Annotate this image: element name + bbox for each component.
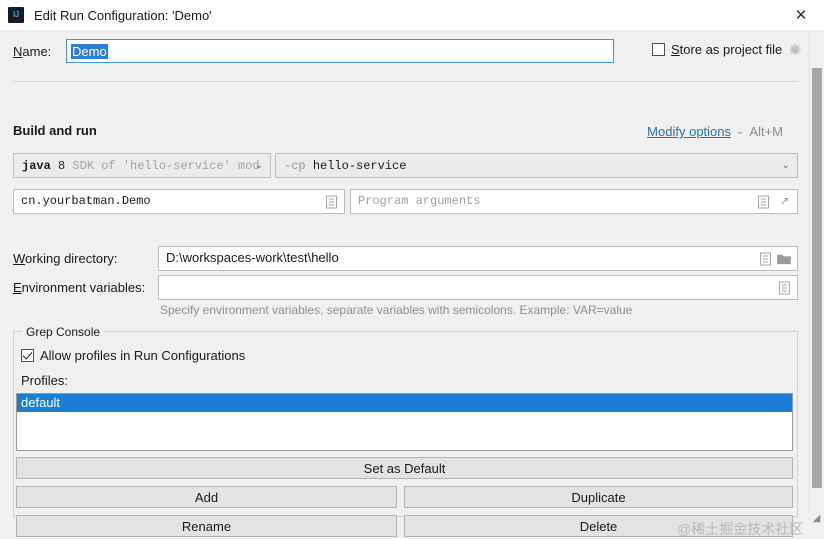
environment-variables-label: Environment variables: [13, 280, 145, 295]
document-icon[interactable] [326, 195, 337, 208]
document-icon[interactable] [779, 281, 790, 294]
main-class-input[interactable]: cn.yourbatman.Demo [13, 189, 345, 214]
set-as-default-button[interactable]: Set as Default [16, 457, 793, 479]
document-icon[interactable] [760, 252, 771, 265]
document-icon[interactable] [758, 195, 769, 208]
add-button[interactable]: Add [16, 486, 397, 508]
allow-profiles-row[interactable]: Allow profiles in Run Configurations [21, 348, 245, 363]
profiles-list[interactable]: default [16, 393, 793, 451]
close-icon[interactable]: ✕ [778, 0, 824, 30]
environment-variables-hint: Specify environment variables, separate … [160, 303, 632, 317]
modify-options-shortcut: Alt+M [749, 124, 783, 139]
main-class-value: cn.yourbatman.Demo [21, 194, 151, 208]
duplicate-button[interactable]: Duplicate [404, 486, 793, 508]
section-title-build-and-run: Build and run [13, 123, 97, 138]
expand-icon[interactable]: ↗ [778, 195, 791, 208]
working-directory-value: D:\workspaces-work\test\hello [166, 250, 339, 265]
divider [13, 81, 798, 82]
folder-icon[interactable] [777, 253, 791, 265]
store-as-project-file-label: Store as project file [671, 42, 782, 57]
vertical-scrollbar[interactable] [809, 30, 824, 511]
store-as-project-file-checkbox[interactable] [652, 43, 665, 56]
program-arguments-placeholder: Program arguments [358, 194, 480, 208]
classpath-combo[interactable]: -cp hello-service ⌄ [275, 153, 798, 178]
delete-button[interactable]: Delete [404, 515, 793, 537]
classpath-combo-value: -cp hello-service [284, 159, 406, 173]
allow-profiles-checkbox[interactable] [21, 349, 34, 362]
window-title: Edit Run Configuration: 'Demo' [34, 8, 212, 23]
jdk-combo-value: java 8 SDK of 'hello-service' mod [22, 159, 260, 173]
list-item[interactable]: default [17, 394, 792, 412]
name-input[interactable]: Demo [66, 39, 614, 63]
name-label: Name: [13, 44, 51, 59]
title-bar: Edit Run Configuration: 'Demo' ✕ [0, 0, 824, 31]
profiles-label: Profiles: [21, 373, 68, 388]
jdk-combo-chevron-down-icon[interactable]: ⌄ [255, 161, 263, 171]
jdk-combo[interactable]: java 8 SDK of 'hello-service' mod ⌄ [13, 153, 271, 178]
rename-button[interactable]: Rename [16, 515, 397, 537]
dialog-content: Name: Demo Store as project file Build a… [0, 30, 810, 526]
modify-options-link[interactable]: Modify options [647, 124, 731, 139]
working-directory-input[interactable]: D:\workspaces-work\test\hello [158, 246, 798, 271]
name-input-value: Demo [71, 44, 108, 59]
classpath-combo-chevron-down-icon[interactable]: ⌄ [782, 161, 790, 171]
modify-options-row[interactable]: Modify options ⌄ Alt+M [647, 124, 783, 139]
working-directory-label: Working directory: [13, 251, 118, 266]
scrollbar-thumb[interactable] [812, 68, 822, 488]
name-row: Name: Demo Store as project file [0, 39, 810, 65]
environment-variables-input[interactable] [158, 275, 798, 300]
gear-icon[interactable] [788, 43, 802, 57]
allow-profiles-label: Allow profiles in Run Configurations [40, 348, 245, 363]
store-as-project-file-row[interactable]: Store as project file [652, 42, 802, 57]
resize-grip[interactable]: ◢ [810, 512, 823, 525]
program-arguments-input[interactable]: Program arguments ↗ [350, 189, 798, 214]
grep-console-group-title: Grep Console [22, 325, 104, 339]
intellij-idea-icon [8, 7, 24, 23]
chevron-down-icon[interactable]: ⌄ [736, 127, 744, 137]
